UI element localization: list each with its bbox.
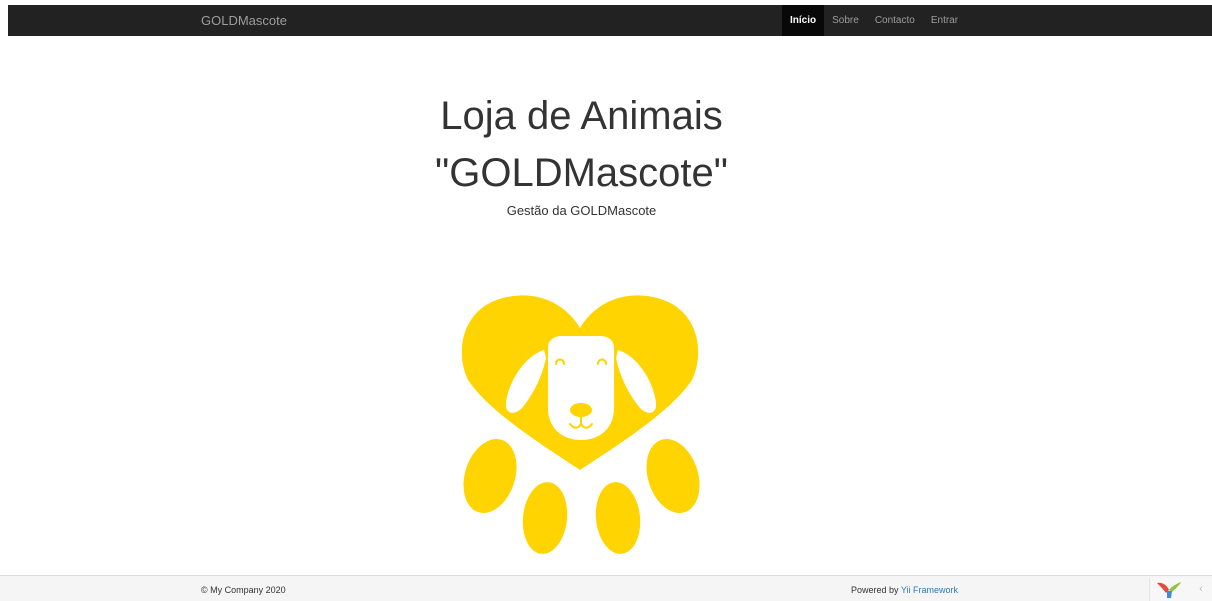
nav-menu: Início Sobre Contacto Entrar [782,5,966,36]
dog-heart-paw-icon [462,295,700,554]
hero: Loja de Animais "GOLDMascote" Gestão da … [0,88,1163,218]
navbar: GOLDMascote Início Sobre Contacto Entrar [8,5,1212,36]
page-title-line-2: "GOLDMascote" [435,151,728,195]
paw-toe-outer-right [646,439,700,513]
paw-toe-inner-right [595,482,641,554]
lead-text: Gestão da GOLDMascote [506,203,657,218]
debug-toolbar: ‹ [1149,578,1212,601]
yii-framework-link[interactable]: Yii Framework [901,585,958,595]
nav-link-contacto[interactable]: Contacto [867,5,923,36]
brand-link[interactable]: GOLDMascote [201,5,287,36]
dog-nose [570,403,592,417]
footer-powered-by: Powered by Yii Framework [851,585,958,595]
yii-logo-icon[interactable] [1156,581,1182,599]
page-title-line-1: Loja de Animais [440,94,723,138]
page-title: Loja de Animais "GOLDMascote" [0,88,1163,202]
page: GOLDMascote Início Sobre Contacto Entrar… [0,0,1212,601]
paw-toe-inner-left [522,482,568,554]
nav-item-sobre: Sobre [824,5,867,36]
paw-toe-outer-left [463,439,517,513]
yii-logo-right [1169,582,1181,592]
footer-copyright: © My Company 2020 [201,585,286,595]
nav-link-inicio[interactable]: Início [782,5,825,36]
nav-link-sobre[interactable]: Sobre [824,5,867,36]
footer: © My Company 2020 Powered by Yii Framewo… [0,575,1212,601]
powered-by-text: Powered by [851,585,901,595]
nav-item-entrar: Entrar [923,5,966,36]
toolbar-toggle-button[interactable]: ‹ [1190,578,1212,601]
yii-logo-stem [1167,591,1172,598]
nav-item-inicio: Início [782,5,825,36]
nav-item-contacto: Contacto [867,5,923,36]
nav-link-entrar[interactable]: Entrar [923,5,966,36]
